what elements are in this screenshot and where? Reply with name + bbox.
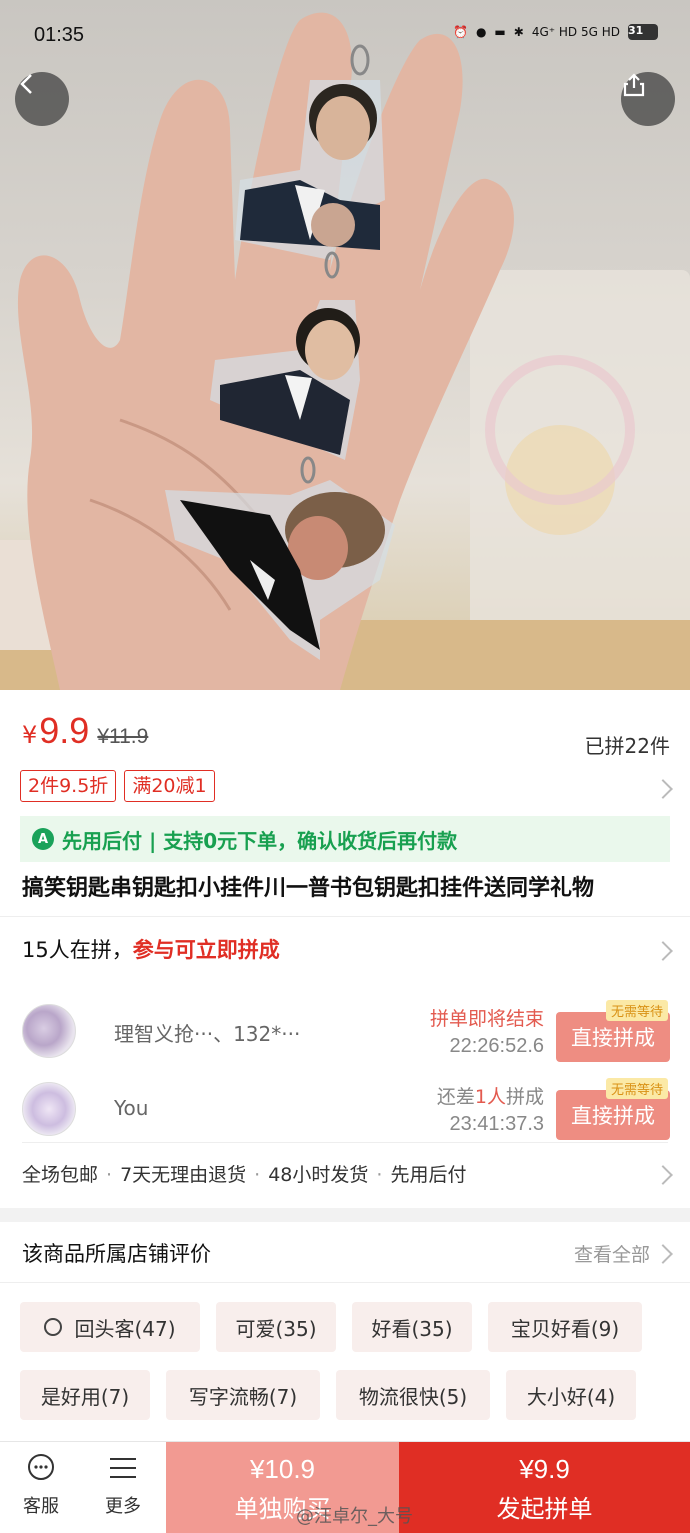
review-tag-label: 大小好(4)	[526, 1384, 616, 1409]
service-guarantees[interactable]: 全场包邮 · 7天无理由退货 · 48小时发货 · 先用后付	[22, 1160, 466, 1187]
service-item: 全场包邮	[22, 1164, 99, 1186]
group-join-hint: 参与可立即拼成	[132, 938, 280, 962]
chevron-right-icon	[653, 1165, 673, 1185]
group-status-text: 还差	[436, 1086, 475, 1108]
group-status: 拼单即将结束 22:26:52.6	[430, 1004, 544, 1058]
status-bar: 01:35 ⏰ ● ▬ ✱ 4G⁺ HD 5G HD 31	[0, 0, 690, 72]
review-tag-label: 宝贝好看(9)	[510, 1316, 620, 1341]
review-section-title: 该商品所属店铺评价	[22, 1242, 211, 1266]
back-button[interactable]	[15, 72, 69, 126]
review-tag-label: 物流很快(5)	[358, 1384, 468, 1409]
separator-dot: ·	[254, 1164, 261, 1186]
chat-bubble-icon	[44, 1318, 63, 1336]
review-tag[interactable]: 可爱(35)	[216, 1302, 336, 1352]
watermark: @汪卓尔_大号	[296, 1506, 413, 1527]
promo-tag: 2件9.5折	[20, 770, 117, 802]
group-buy-header[interactable]: 15人在拼，参与可立即拼成	[22, 934, 280, 964]
avatar	[22, 1004, 76, 1058]
review-tag[interactable]: 好看(35)	[352, 1302, 472, 1352]
group-timer: 23:41:37.3	[449, 1113, 544, 1135]
network-indicator: 4G⁺ HD 5G HD	[531, 25, 620, 39]
bed-icon: ▬	[494, 25, 506, 39]
pay-later-text: 先用后付 | 支持0元下单，确认收货后再付款	[62, 828, 458, 853]
alarm-icon: ⏰	[452, 25, 468, 39]
review-tag[interactable]: 写字流畅(7)	[166, 1370, 320, 1420]
share-button[interactable]	[621, 72, 675, 126]
group-buy-label: 发起拼单	[496, 1495, 593, 1523]
currency-symbol: ¥	[22, 721, 38, 749]
battery-icon: 31	[628, 24, 658, 40]
chevron-right-icon	[653, 941, 673, 961]
group-missing-count: 1人	[474, 1086, 506, 1108]
review-tag[interactable]: 回头客(47)	[20, 1302, 200, 1352]
group-member-names: You	[114, 1096, 149, 1120]
separator-dot: ·	[106, 1164, 113, 1186]
group-status-text: 拼单即将结束	[429, 1008, 544, 1030]
bluetooth-icon: ✱	[513, 25, 524, 39]
share-icon	[623, 73, 645, 97]
divider	[0, 1282, 690, 1283]
view-all-reviews-link[interactable]: 查看全部	[574, 1240, 650, 1267]
price-row: ¥ 9.9 ¥11.9	[22, 710, 148, 752]
divider	[22, 1142, 668, 1143]
original-price: ¥11.9	[97, 725, 149, 748]
location-icon: ●	[475, 25, 487, 39]
review-tag-label: 好看(35)	[371, 1316, 453, 1341]
group-status: 还差1人拼成 23:41:37.3	[437, 1082, 544, 1136]
group-buy-price: ¥9.9	[519, 1454, 570, 1484]
group-status-suffix: 拼成	[505, 1086, 544, 1108]
menu-icon	[105, 1450, 141, 1486]
review-tag-label: 回头客(47)	[74, 1316, 176, 1341]
more-label: 更多	[105, 1496, 141, 1517]
more-button[interactable]: 更多	[88, 1450, 158, 1518]
service-item: 7天无理由退货	[120, 1164, 247, 1186]
group-count: 15人在拼，	[22, 938, 133, 962]
review-tag-label: 是好用(7)	[40, 1384, 130, 1409]
group-timer: 22:26:52.6	[449, 1035, 544, 1057]
no-wait-badge: 无需等待	[605, 1078, 668, 1099]
chevron-left-icon	[20, 74, 32, 94]
chat-icon	[23, 1450, 59, 1486]
promo-tag: 满20减1	[124, 770, 215, 802]
divider	[0, 916, 690, 917]
no-wait-badge: 无需等待	[605, 1000, 668, 1021]
buy-alone-price: ¥10.9	[249, 1454, 316, 1484]
review-tag[interactable]: 宝贝好看(9)	[488, 1302, 642, 1352]
customer-service-label: 客服	[23, 1496, 59, 1517]
section-gap	[0, 1208, 690, 1222]
product-info-panel: ¥ 9.9 ¥11.9 已拼22件 2件9.5折 满20减1 A 先用后付 | …	[0, 690, 690, 1441]
avatar	[22, 1082, 76, 1136]
chevron-right-icon	[653, 1244, 673, 1264]
separator-dot: ·	[376, 1164, 383, 1186]
review-tag-label: 写字流畅(7)	[188, 1384, 298, 1409]
service-item: 先用后付	[390, 1164, 467, 1186]
group-row: You 还差1人拼成 23:41:37.3 无需等待 直接拼成	[0, 1074, 690, 1146]
promo-row[interactable]: 2件9.5折 满20减1	[20, 770, 215, 802]
group-price: 9.9	[39, 710, 90, 751]
product-image[interactable]: 01:35 ⏰ ● ▬ ✱ 4G⁺ HD 5G HD 31	[0, 0, 690, 690]
review-tag-label: 可爱(35)	[235, 1316, 317, 1341]
customer-service-button[interactable]: 客服	[6, 1450, 76, 1518]
service-item: 48小时发货	[268, 1164, 369, 1186]
pay-later-banner[interactable]: A 先用后付 | 支持0元下单，确认收货后再付款	[20, 816, 670, 862]
group-row: 理智义抢···、132*··· 拼单即将结束 22:26:52.6 无需等待 直…	[0, 996, 690, 1068]
chevron-right-icon	[653, 779, 673, 799]
sold-count: 已拼22件	[584, 734, 670, 758]
review-tag[interactable]: 大小好(4)	[506, 1370, 636, 1420]
product-title: 搞笑钥匙串钥匙扣小挂件川一普书包钥匙扣挂件送同学礼物	[22, 876, 595, 901]
product-photo-illustration	[0, 12, 690, 690]
review-tag[interactable]: 是好用(7)	[20, 1370, 150, 1420]
status-time: 01:35	[34, 24, 85, 46]
start-group-buy-button[interactable]: ¥9.9 发起拼单	[399, 1442, 690, 1533]
status-icons: ⏰ ● ▬ ✱ 4G⁺ HD 5G HD 31	[453, 24, 658, 40]
pay-later-icon: A	[32, 828, 54, 850]
review-tag[interactable]: 物流很快(5)	[336, 1370, 490, 1420]
group-member-names: 理智义抢···、132*···	[114, 1022, 301, 1046]
